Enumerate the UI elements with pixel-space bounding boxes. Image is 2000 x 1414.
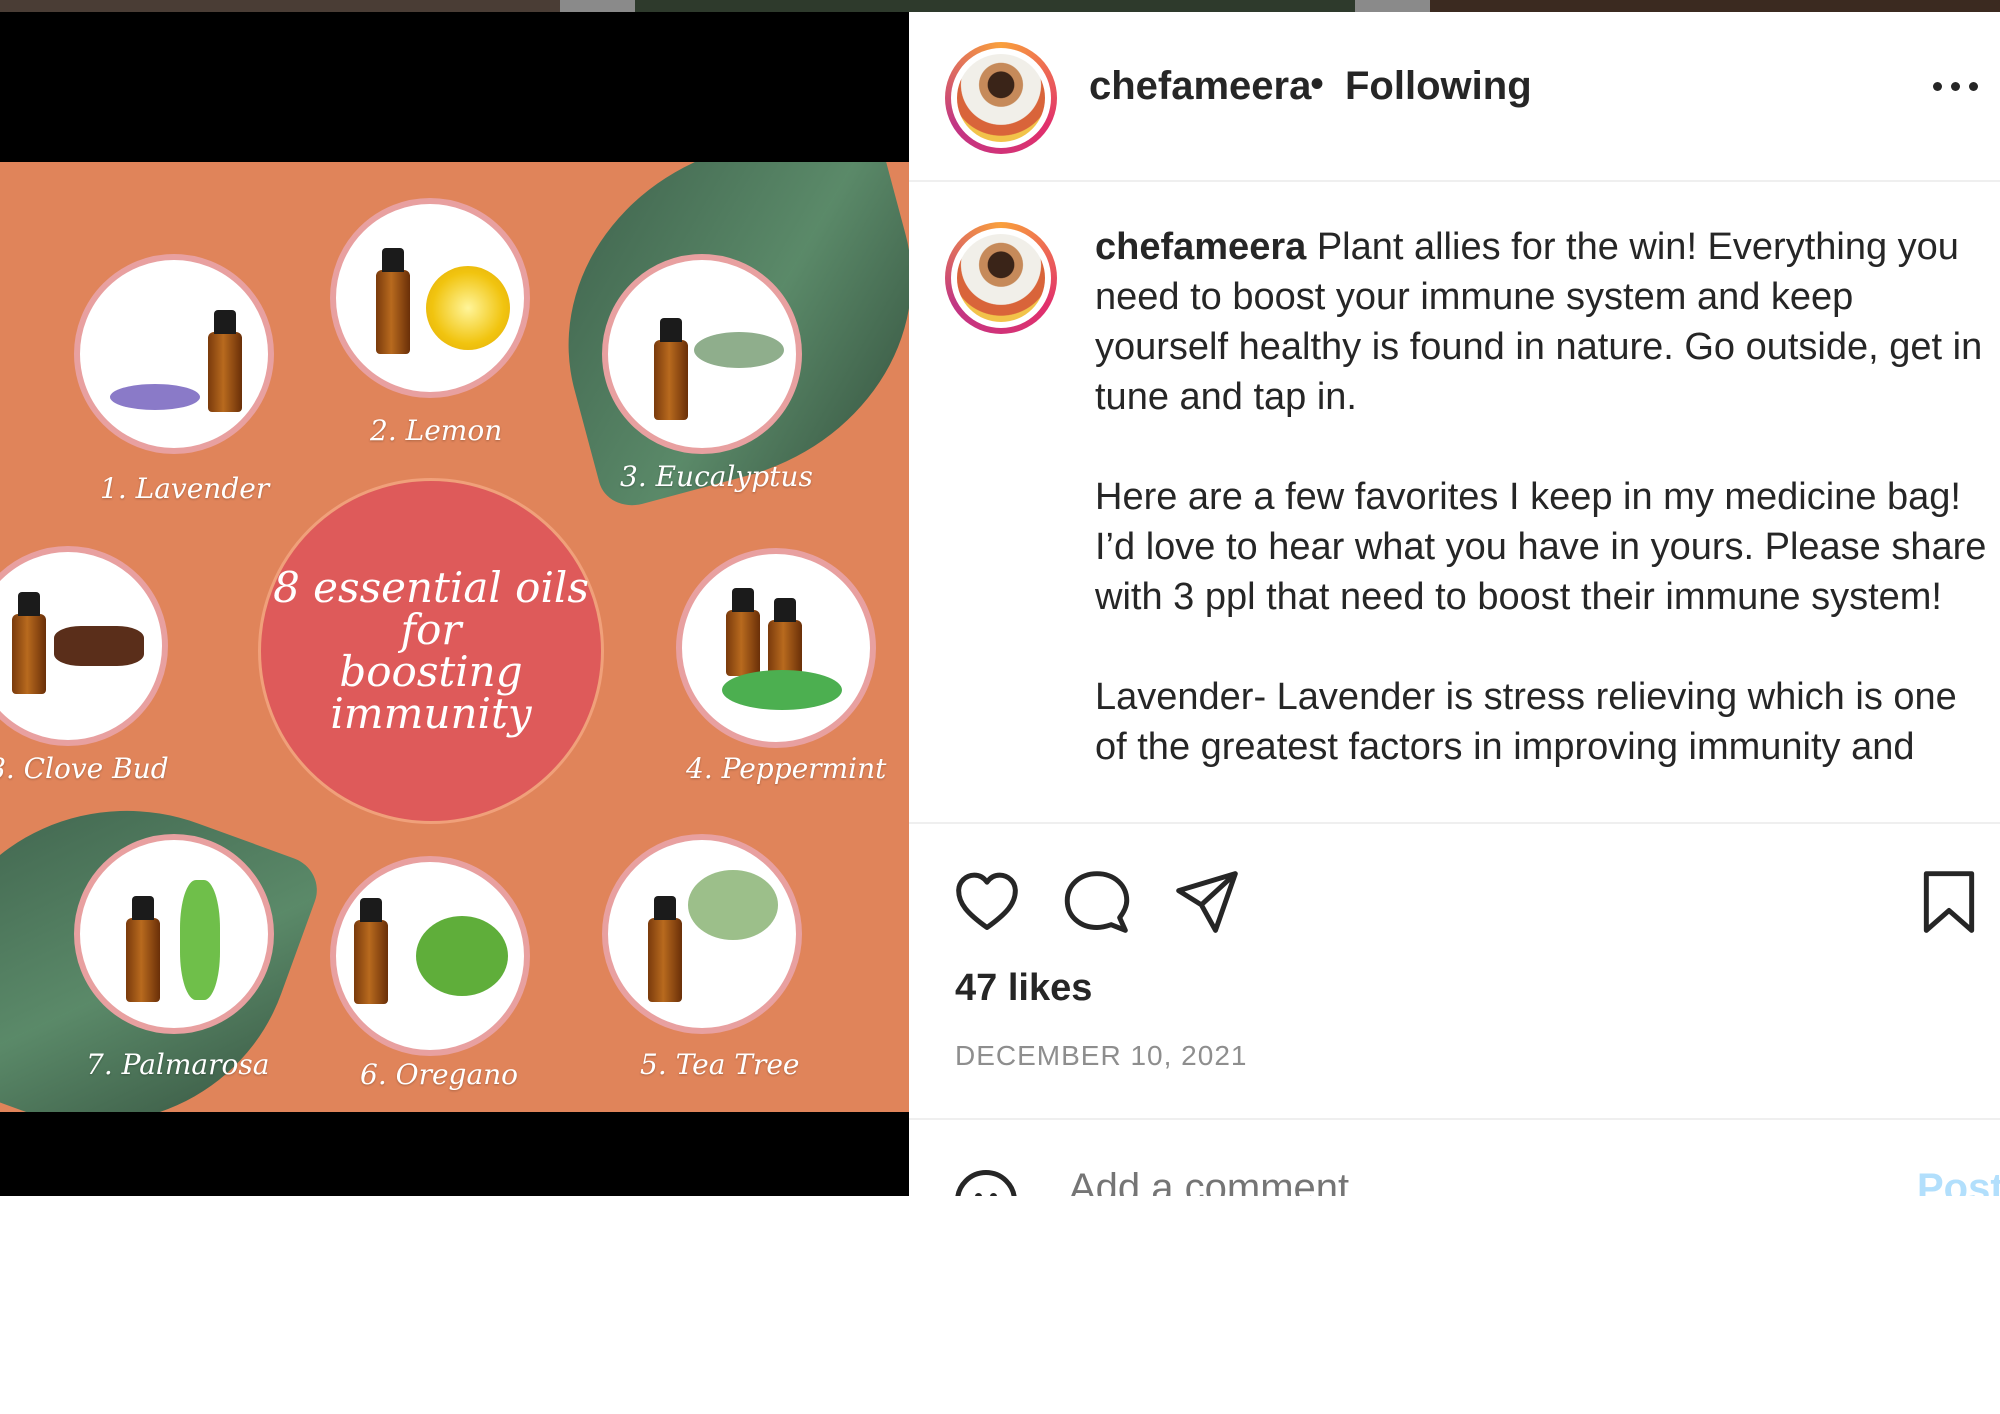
- post-comment-button[interactable]: Post: [1917, 1166, 2000, 1196]
- oil-label: 7. Palmarosa: [86, 1048, 270, 1081]
- avatar[interactable]: [945, 42, 1057, 154]
- caption-username[interactable]: chefameera: [1095, 226, 1306, 268]
- oil-label: 5. Tea Tree: [640, 1048, 800, 1081]
- infographic-image: 1. Lavender 2. Lemon 3. Eucalyptus 8. Cl…: [0, 162, 909, 1112]
- palmarosa-oil-image: [74, 834, 274, 1034]
- header-username[interactable]: chefameera: [1089, 64, 1311, 109]
- caption-paragraph: Lavender- Lavender is stress relieving w…: [1095, 676, 1957, 768]
- peppermint-oil-image: [676, 548, 876, 748]
- comment-input[interactable]: [1069, 1166, 1769, 1196]
- likes-count[interactable]: 47 likes: [955, 967, 1092, 1010]
- post-details-panel: chefameera • Following chefameera Plant …: [909, 12, 2000, 1196]
- infographic-title: 8 essential oils for boosting immunity: [273, 563, 589, 738]
- infographic-title-circle: 8 essential oils for boosting immunity: [258, 478, 604, 824]
- bookmark-icon[interactable]: [1915, 868, 1983, 936]
- eucalyptus-oil-image: [602, 254, 802, 454]
- oil-label: 2. Lemon: [370, 414, 503, 447]
- following-button[interactable]: Following: [1345, 64, 1532, 109]
- oil-label: 8. Clove Bud: [0, 752, 169, 785]
- caption-paragraph: Here are a few favorites I keep in my me…: [1095, 476, 1987, 618]
- more-horizontal-icon[interactable]: [1933, 82, 1979, 94]
- oil-label: 4. Peppermint: [686, 752, 887, 785]
- caption-text: chefameera Plant allies for the win! Eve…: [1095, 222, 1995, 822]
- oil-label: 6. Oregano: [360, 1058, 519, 1091]
- comment-icon[interactable]: [1063, 868, 1131, 936]
- action-bar: [909, 824, 2000, 934]
- post-media[interactable]: 1. Lavender 2. Lemon 3. Eucalyptus 8. Cl…: [0, 12, 909, 1196]
- clove-bud-oil-image: [0, 546, 168, 746]
- heart-icon[interactable]: [953, 868, 1021, 936]
- oregano-oil-image: [330, 856, 530, 1056]
- comment-bar: Post: [909, 1118, 2000, 1196]
- top-background-strip: [0, 0, 2000, 12]
- post-header: chefameera • Following: [909, 12, 2000, 182]
- avatar[interactable]: [945, 222, 1057, 334]
- send-icon[interactable]: [1173, 868, 1241, 936]
- smile-icon[interactable]: [955, 1170, 1017, 1196]
- post-date: DECEMBER 10, 2021: [955, 1040, 1248, 1071]
- tea-tree-oil-image: [602, 834, 802, 1034]
- lemon-oil-image: [330, 198, 530, 398]
- oil-label: 1. Lavender: [100, 472, 270, 505]
- separator-dot: •: [1310, 62, 1325, 106]
- oil-label: 3. Eucalyptus: [620, 460, 813, 493]
- caption-area: chefameera Plant allies for the win! Eve…: [909, 182, 2000, 824]
- lavender-oil-image: [74, 254, 274, 454]
